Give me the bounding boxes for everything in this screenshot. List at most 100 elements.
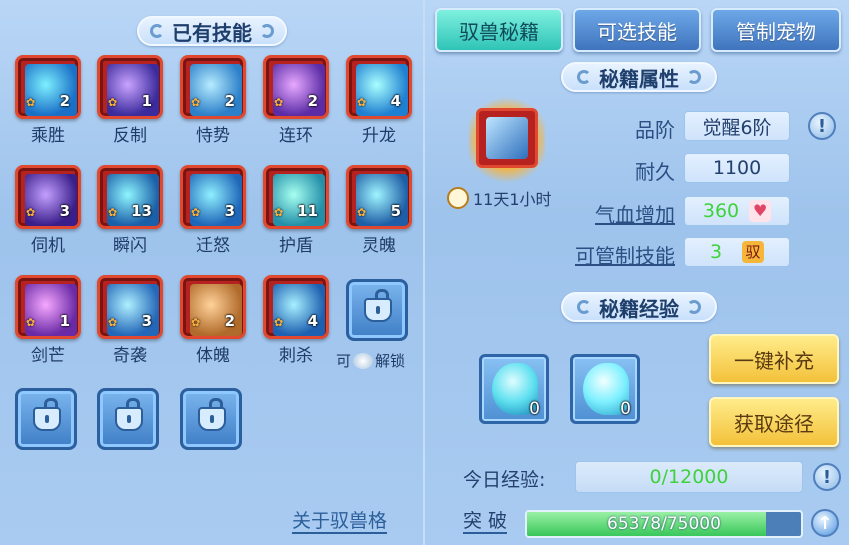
owned-skills-panel: 已有技能 ✿ 2 乘胜 ✿ 1 反制 ✿ 2 恃势 ✿ 2 连环 ✿ 4 升龙 ✿ 3 伺机 ✿ 13 瞬闪 ✿ 3 迁怒 ✿ 1… bbox=[0, 0, 425, 545]
refill-button[interactable]: 一键补充 bbox=[709, 334, 839, 384]
skill-card[interactable]: ✿ 3 伺机 bbox=[15, 165, 81, 256]
skill-frame: ✿ 3 bbox=[15, 165, 81, 229]
lock-icon bbox=[115, 398, 143, 431]
paw-icon: ✿ bbox=[191, 316, 201, 329]
skill-card[interactable]: ✿ 2 体魄 bbox=[180, 275, 246, 366]
paw-icon: ✿ bbox=[274, 206, 284, 219]
skill-card[interactable]: ✿ 11 护盾 bbox=[263, 165, 329, 256]
skill-card[interactable]: ✿ 2 恃势 bbox=[180, 55, 246, 146]
paw-icon: ✿ bbox=[274, 96, 284, 109]
skill-frame: ✿ 1 bbox=[15, 275, 81, 339]
tab-controlled-pets[interactable]: 管制宠物 bbox=[711, 8, 841, 52]
skill-name: 刺杀 bbox=[279, 346, 313, 366]
tab-skill-book[interactable]: 驭兽秘籍 bbox=[435, 8, 563, 52]
obtain-button[interactable]: 获取途径 bbox=[709, 397, 839, 447]
attributes-title: 秘籍属性 bbox=[561, 62, 717, 92]
skill-card[interactable]: ✿ 4 升龙 bbox=[346, 55, 412, 146]
skill-card[interactable]: ✿ 1 反制 bbox=[97, 55, 163, 146]
pet-skill-book-window: 已有技能 ✿ 2 乘胜 ✿ 1 反制 ✿ 2 恃势 ✿ 2 连环 ✿ 4 升龙 ✿ 3 伺机 ✿ 13 瞬闪 ✿ 3 迁怒 ✿ 1… bbox=[0, 0, 849, 545]
locked-slot[interactable] bbox=[180, 388, 242, 450]
paw-icon: ✿ bbox=[191, 206, 201, 219]
skill-frame: ✿ 2 bbox=[180, 55, 246, 119]
skill-frame: ✿ 2 bbox=[15, 55, 81, 119]
jade-item-icon bbox=[353, 352, 374, 369]
skill-frame: ✿ 1 bbox=[97, 55, 163, 119]
tab-optional-skills[interactable]: 可选技能 bbox=[573, 8, 701, 52]
hp-bonus-label[interactable]: 气血增加 bbox=[555, 199, 675, 228]
exp-item-card[interactable]: 0 bbox=[479, 354, 549, 424]
info-icon[interactable]: ! bbox=[813, 463, 841, 491]
skill-count: 3 bbox=[141, 312, 152, 330]
skill-book-panel: 驭兽秘籍 可选技能 管制宠物 秘籍属性 11天1小时 品阶 觉醒6阶 ! 耐久 … bbox=[427, 0, 849, 545]
skill-name: 瞬闪 bbox=[113, 236, 147, 256]
paw-icon: ✿ bbox=[274, 316, 284, 329]
clock-icon bbox=[447, 187, 469, 209]
curl-ornament-icon bbox=[150, 24, 164, 38]
upgrade-arrow-icon[interactable]: ↑ bbox=[811, 509, 839, 537]
skill-card[interactable]: ✿ 4 刺杀 bbox=[263, 275, 329, 366]
breakthrough-value: 65378/75000 bbox=[607, 514, 721, 534]
quality-label: 品阶 bbox=[635, 118, 675, 142]
hp-bonus-value: 360 ♥ bbox=[684, 196, 790, 226]
skill-count: 2 bbox=[224, 92, 235, 110]
curl-ornament-icon bbox=[260, 24, 274, 38]
paw-icon: ✿ bbox=[108, 316, 118, 329]
skill-count: 2 bbox=[59, 92, 70, 110]
skill-count: 3 bbox=[224, 202, 235, 220]
skill-name: 奇袭 bbox=[113, 346, 147, 366]
skill-name: 连环 bbox=[279, 126, 313, 146]
skill-frame: ✿ 5 bbox=[346, 165, 412, 229]
controllable-skills-value: 3 驭 bbox=[684, 237, 790, 267]
info-icon[interactable]: ! bbox=[808, 112, 836, 140]
skill-count: 4 bbox=[307, 312, 318, 330]
locked-slot[interactable] bbox=[15, 388, 77, 450]
skill-card[interactable]: ✿ 3 奇袭 bbox=[97, 275, 163, 366]
skill-count: 4 bbox=[390, 92, 401, 110]
skill-card[interactable]: ✿ 3 迁怒 bbox=[180, 165, 246, 256]
controllable-skills-label[interactable]: 可管制技能 bbox=[555, 240, 675, 269]
skill-count: 1 bbox=[59, 312, 70, 330]
paw-icon: ✿ bbox=[26, 96, 36, 109]
skill-frame: ✿ 3 bbox=[97, 275, 163, 339]
skill-card[interactable]: ✿ 2 乘胜 bbox=[15, 55, 81, 146]
skill-frame: ✿ 13 bbox=[97, 165, 163, 229]
skill-name: 升龙 bbox=[362, 126, 396, 146]
skill-count: 11 bbox=[297, 202, 318, 220]
skill-card[interactable]: ✿ 5 灵魄 bbox=[346, 165, 412, 256]
tame-badge: 驭 bbox=[742, 241, 765, 263]
skill-card[interactable]: ✿ 2 连环 bbox=[263, 55, 329, 146]
skill-name: 剑芒 bbox=[31, 346, 65, 366]
curl-ornament-icon bbox=[687, 300, 701, 314]
skill-name: 体魄 bbox=[196, 346, 230, 366]
skill-name: 乘胜 bbox=[31, 126, 65, 146]
skill-frame: ✿ 3 bbox=[180, 165, 246, 229]
book-art bbox=[486, 117, 528, 159]
durability-label: 耐久 bbox=[635, 160, 675, 184]
locked-slot[interactable] bbox=[97, 388, 159, 450]
skill-card[interactable]: ✿ 1 剑芒 bbox=[15, 275, 81, 366]
paw-icon: ✿ bbox=[26, 206, 36, 219]
skill-name: 迁怒 bbox=[196, 236, 230, 256]
paw-icon: ✿ bbox=[191, 96, 201, 109]
today-exp-label: 今日经验: bbox=[463, 469, 546, 491]
paw-icon: ✿ bbox=[357, 206, 367, 219]
skill-book-icon[interactable] bbox=[476, 108, 538, 168]
lock-icon bbox=[364, 289, 392, 322]
owned-skills-title: 已有技能 bbox=[137, 16, 287, 46]
locked-slot[interactable] bbox=[346, 279, 408, 341]
skill-count: 5 bbox=[390, 202, 401, 220]
exp-item-card[interactable]: 0 bbox=[570, 354, 640, 424]
skill-frame: ✿ 11 bbox=[263, 165, 329, 229]
paw-icon: ✿ bbox=[108, 96, 118, 109]
unlock-hint: 可 解锁 bbox=[336, 352, 406, 370]
curl-ornament-icon bbox=[577, 70, 591, 84]
about-link[interactable]: 关于驭兽格 bbox=[292, 510, 388, 534]
skill-frame: ✿ 2 bbox=[180, 275, 246, 339]
quality-value: 觉醒6阶 bbox=[684, 111, 790, 141]
skill-count: 3 bbox=[59, 202, 70, 220]
skill-card[interactable]: ✿ 13 瞬闪 bbox=[97, 165, 163, 256]
breakthrough-label[interactable]: 突 破 bbox=[463, 510, 508, 534]
paw-icon: ✿ bbox=[357, 96, 367, 109]
heart-icon: ♥ bbox=[749, 200, 772, 222]
skill-frame: ✿ 2 bbox=[263, 55, 329, 119]
